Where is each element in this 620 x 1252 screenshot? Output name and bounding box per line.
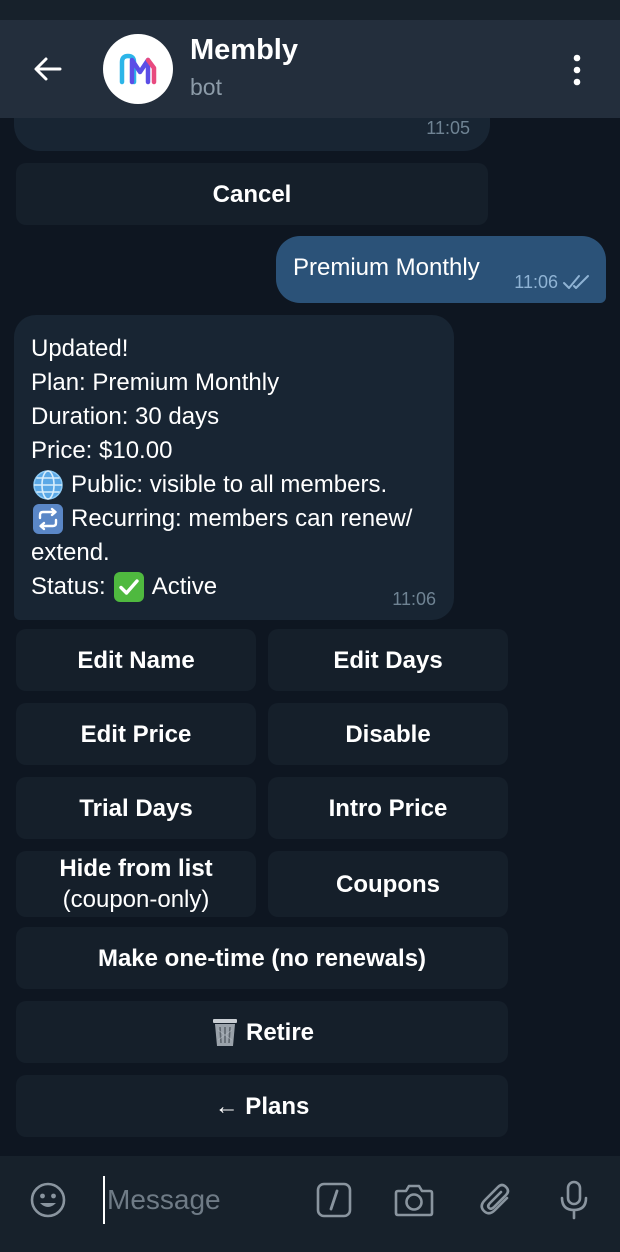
plans-button[interactable]: ← Plans: [16, 1075, 508, 1137]
edit-days-button[interactable]: Edit Days: [268, 629, 508, 691]
emoji-icon: [30, 1182, 66, 1218]
message-time: 11:06: [514, 272, 558, 292]
bot-command-button[interactable]: [312, 1178, 356, 1222]
message-line: Plan: Premium Monthly: [31, 369, 280, 396]
attach-button[interactable]: [474, 1178, 518, 1222]
edit-name-button[interactable]: Edit Name: [16, 629, 256, 691]
bot-command-icon: [316, 1182, 352, 1218]
message-composer: [0, 1156, 620, 1252]
hide-from-list-button[interactable]: Hide from list (coupon-only): [16, 851, 256, 917]
button-label-line: Hide from list: [59, 855, 213, 882]
check-mark-icon: [112, 570, 146, 604]
back-button[interactable]: [22, 48, 74, 90]
message-text: Updated! Plan: Premium Monthly Duration:…: [31, 332, 446, 604]
button-label: Retire: [245, 1018, 315, 1046]
trial-days-button[interactable]: Trial Days: [16, 777, 256, 839]
previous-message-bubble: 11:05: [14, 118, 490, 151]
status-bar-strip: [0, 0, 620, 20]
double-check-icon: [563, 275, 589, 289]
message-time: 11:05: [426, 118, 470, 138]
message-line-text: Recurring: members can renew/: [71, 505, 413, 532]
wastebasket-icon: [212, 1019, 237, 1046]
chat-subtitle: bot: [190, 74, 222, 100]
message-line: Status: Active: [31, 570, 446, 604]
intro-price-button[interactable]: Intro Price: [268, 777, 508, 839]
arrow-left-icon: [34, 57, 62, 81]
globe-icon: [31, 468, 65, 502]
avatar[interactable]: [103, 34, 173, 104]
coupons-button[interactable]: Coupons: [268, 851, 508, 917]
attach-icon: [480, 1183, 510, 1215]
message-list[interactable]: 11:05 Cancel Premium Monthly 11:06 Updat…: [0, 118, 620, 1156]
message-line-text: Public: visible to all members.: [71, 471, 388, 498]
more-options-button[interactable]: [560, 52, 594, 88]
chat-title[interactable]: Membly: [190, 34, 298, 67]
message-line: Updated!: [31, 335, 129, 362]
microphone-icon: [560, 1180, 588, 1220]
outgoing-message-bubble: Premium Monthly 11:06: [276, 236, 606, 303]
edit-price-button[interactable]: Edit Price: [16, 703, 256, 765]
incoming-message-bubble: Updated! Plan: Premium Monthly Duration:…: [14, 315, 454, 620]
message-line: Duration: 30 days: [31, 403, 220, 430]
retire-button[interactable]: Retire: [16, 1001, 508, 1063]
disable-button[interactable]: Disable: [268, 703, 508, 765]
more-vertical-icon: [573, 54, 581, 86]
message-line: Public: visible to all members.: [31, 468, 446, 502]
message-line-text: Active: [151, 573, 218, 600]
message-input[interactable]: [103, 1176, 304, 1224]
message-time: 11:06: [392, 589, 436, 609]
emoji-button[interactable]: [26, 1178, 70, 1222]
make-one-time-button[interactable]: Make one-time (no renewals): [16, 927, 508, 989]
microphone-button[interactable]: [552, 1176, 596, 1224]
message-line: Price: $10.00: [31, 437, 173, 464]
repeat-icon: [31, 502, 65, 536]
membly-logo-icon: [119, 53, 157, 85]
chat-header: Membly bot: [0, 20, 620, 118]
message-line: Recurring: members can renew/: [31, 502, 446, 536]
message-line-text: Status:: [31, 573, 106, 600]
camera-button[interactable]: [391, 1178, 437, 1222]
message-line: extend.: [31, 539, 110, 566]
button-label-line: (coupon-only): [62, 886, 210, 913]
message-text: Premium Monthly: [293, 254, 480, 281]
cancel-button[interactable]: Cancel: [16, 163, 488, 225]
camera-icon: [394, 1184, 434, 1217]
